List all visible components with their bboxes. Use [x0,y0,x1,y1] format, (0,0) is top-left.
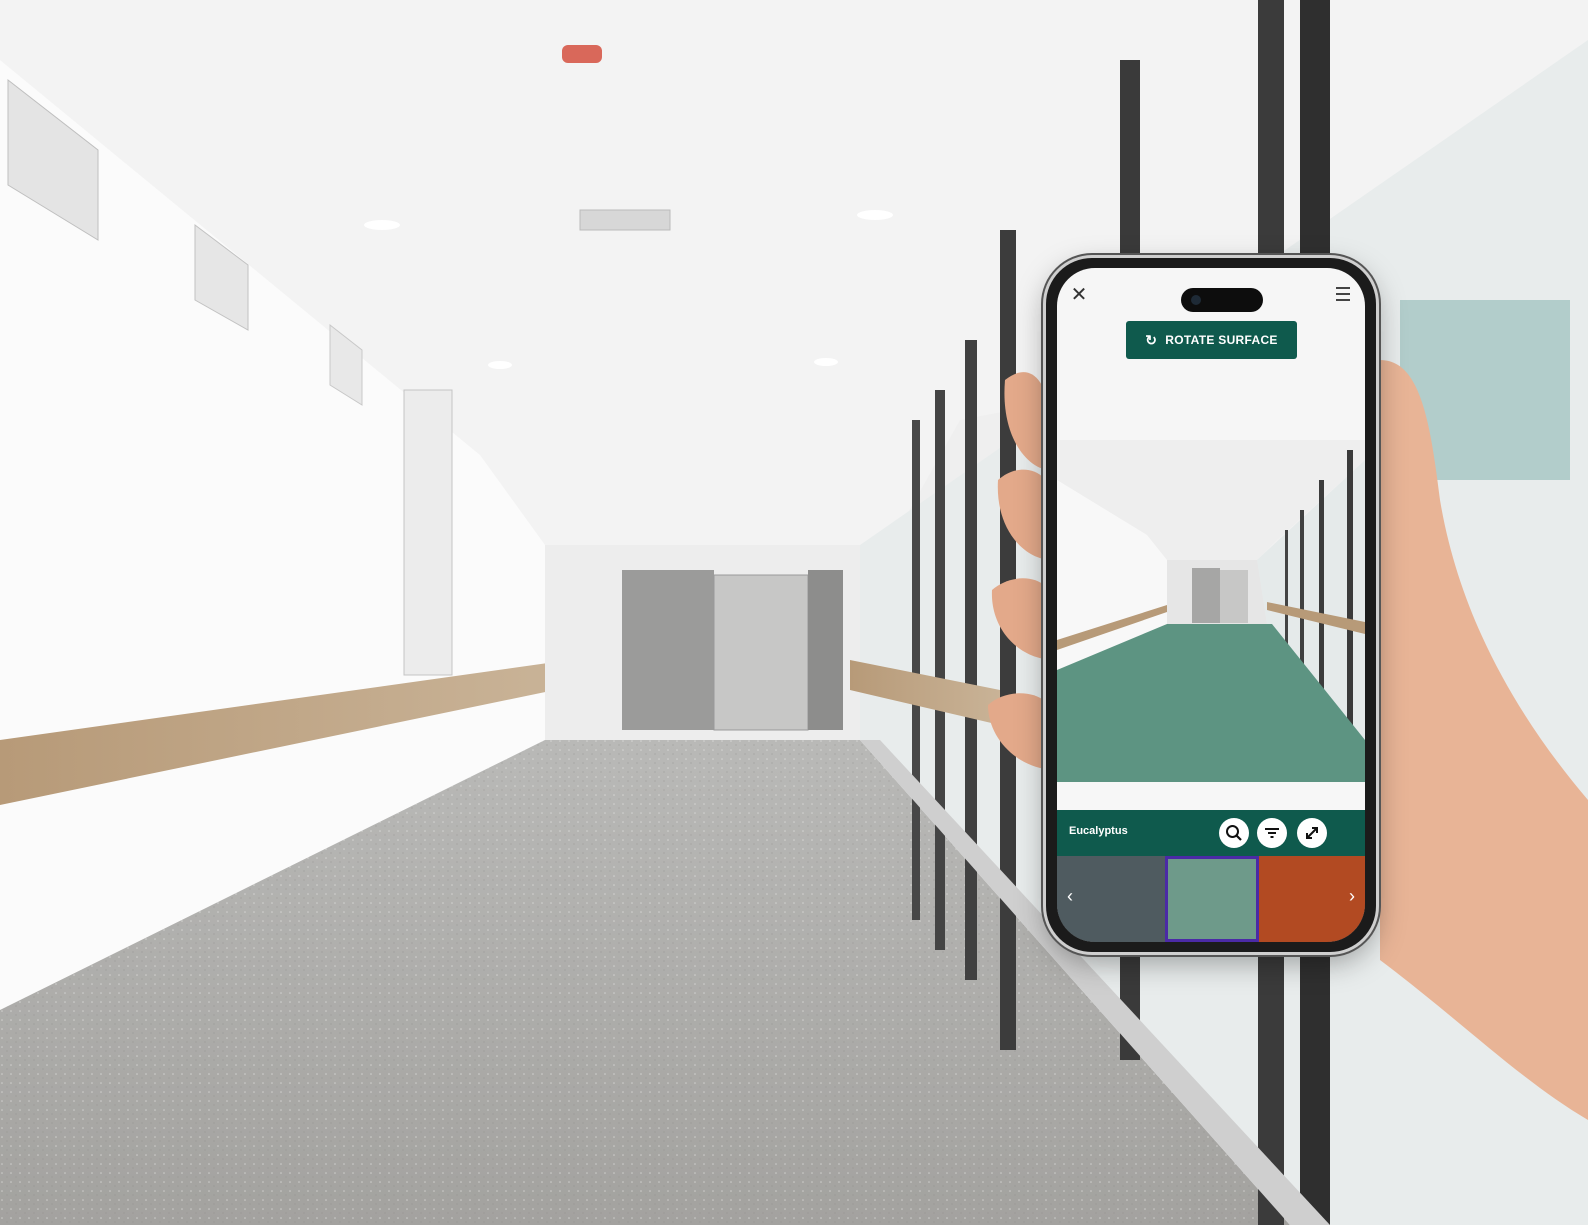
expand-icon[interactable] [1297,818,1327,848]
smartphone: ✕ ↻ ROTATE SURFACE Eucalyptus ‹ › [1046,258,1376,952]
chevron-right-icon[interactable]: › [1345,886,1359,907]
rotate-surface-button[interactable]: ↻ ROTATE SURFACE [1126,321,1297,359]
swatch-carousel: ‹ › [1057,856,1365,942]
material-toolbar: Eucalyptus [1057,810,1365,856]
filter-icon[interactable] [1257,818,1287,848]
selected-material-name: Eucalyptus [1069,825,1128,837]
rotate-icon: ↻ [1145,331,1158,348]
search-icon[interactable] [1219,818,1249,848]
phone-screen: ✕ ↻ ROTATE SURFACE Eucalyptus ‹ › [1057,268,1365,942]
rotate-surface-label: ROTATE SURFACE [1165,333,1278,347]
swatch-eucalyptus[interactable] [1165,856,1259,942]
close-icon[interactable]: ✕ [1067,282,1091,306]
front-camera-icon [1191,295,1201,305]
dynamic-island [1181,288,1263,312]
chevron-left-icon[interactable]: ‹ [1063,886,1077,907]
hamburger-menu-icon[interactable] [1331,282,1355,306]
ar-camera-preview [1057,440,1365,810]
